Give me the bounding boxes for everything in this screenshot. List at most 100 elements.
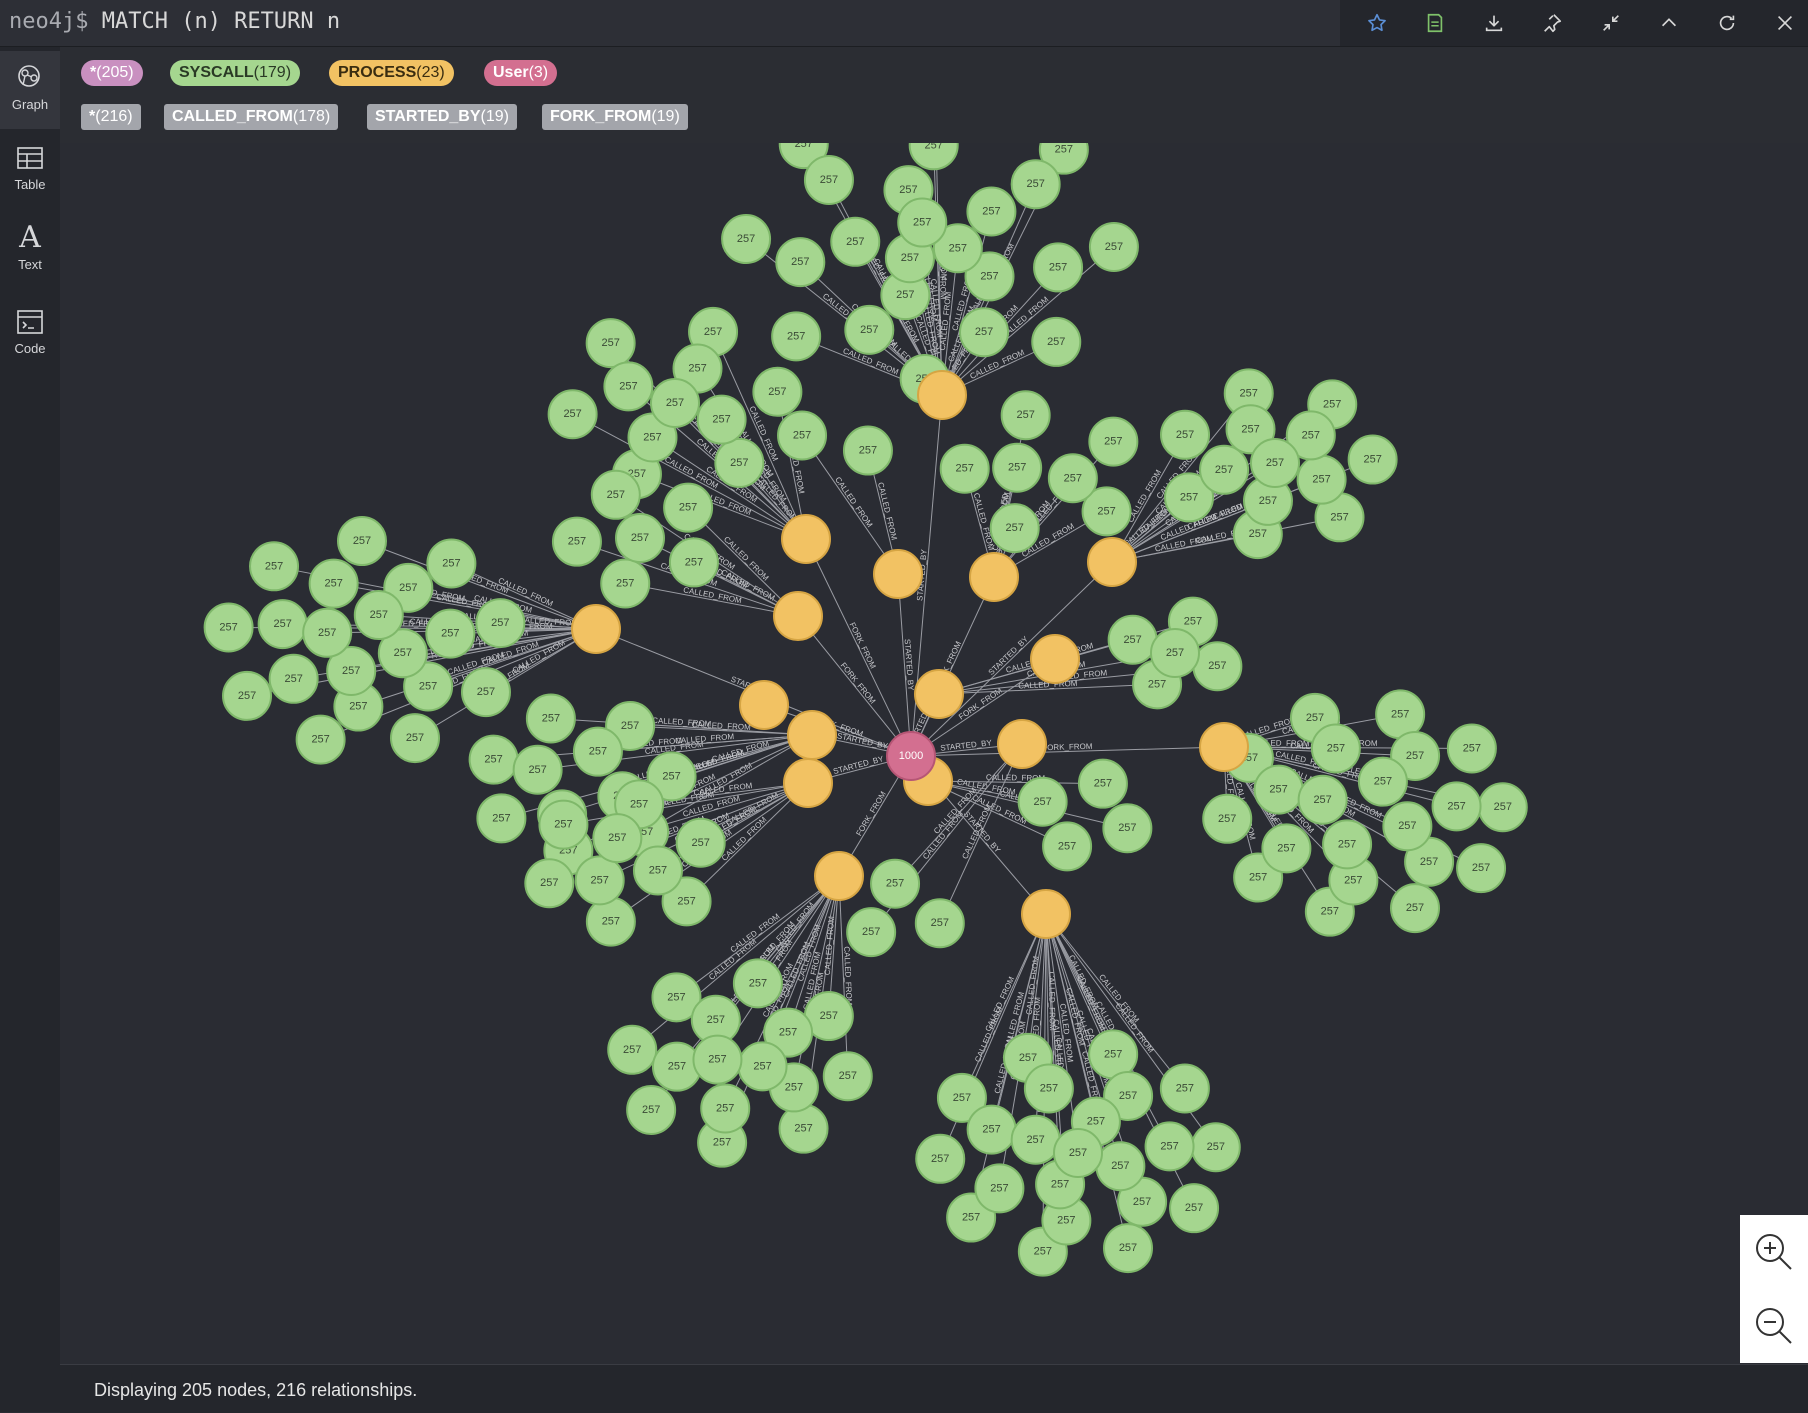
syscall-node[interactable]: 257 [337, 516, 388, 567]
favorite-button[interactable] [1360, 7, 1394, 39]
syscall-node[interactable]: 257 [966, 1104, 1017, 1155]
syscall-node[interactable]: 257 [1159, 1063, 1210, 1114]
syscall-node[interactable]: 257 [1107, 614, 1158, 665]
process-node[interactable] [814, 851, 864, 901]
syscall-node[interactable]: 257 [1144, 1121, 1195, 1172]
syscall-node[interactable]: 257 [668, 537, 719, 588]
syscall-node[interactable]: 257 [1088, 221, 1139, 272]
zoom-out-button[interactable] [1740, 1289, 1808, 1363]
syscall-node[interactable]: 257 [974, 1163, 1025, 1214]
process-node[interactable] [1021, 889, 1071, 939]
syscall-node[interactable]: 257 [870, 858, 921, 909]
syscall-node[interactable]: 257 [721, 214, 772, 265]
syscall-node[interactable]: 257 [1077, 758, 1128, 809]
syscall-node[interactable]: 257 [846, 907, 897, 958]
syscall-node[interactable]: 257 [844, 304, 895, 355]
syscall-node[interactable]: 257 [475, 598, 526, 649]
syscall-node[interactable]: 257 [1310, 723, 1361, 774]
syscall-node[interactable]: 257 [390, 713, 441, 764]
syscall-node[interactable]: 257 [547, 389, 598, 440]
syscall-node[interactable]: 257 [696, 394, 747, 445]
syscall-node[interactable]: 257 [268, 653, 319, 704]
syscall-node[interactable]: 257 [626, 1084, 677, 1135]
syscall-node[interactable]: 257 [615, 513, 665, 563]
syscall-node[interactable]: 257 [842, 425, 893, 476]
syscall-node[interactable]: 257 [585, 896, 636, 947]
process-node[interactable] [783, 758, 833, 808]
syscall-node[interactable]: 257 [1347, 434, 1398, 485]
syscall-node[interactable]: 257 [663, 482, 714, 533]
query-editor[interactable]: neo4j$ MATCH (n) RETURN n [0, 0, 1340, 46]
syscall-node[interactable]: 257 [1192, 641, 1243, 692]
syscall-node[interactable]: 257 [675, 817, 726, 868]
syscall-node[interactable]: 257 [1477, 782, 1528, 833]
syscall-node[interactable]: 257 [1042, 821, 1093, 872]
process-node[interactable] [739, 680, 789, 730]
process-node[interactable] [914, 669, 964, 719]
syscall-node[interactable]: 257 [1296, 454, 1347, 505]
syscall-node[interactable]: 257 [914, 898, 965, 949]
syscall-node[interactable]: 257 [551, 516, 602, 567]
syscall-node[interactable]: 257 [1017, 776, 1068, 827]
rel-pill-fork-from[interactable]: FORK_FROM(19) [542, 104, 688, 130]
label-pill-process[interactable]: PROCESS(23) [329, 60, 454, 86]
syscall-node[interactable]: 257 [1102, 803, 1153, 854]
syscall-node[interactable]: 257 [1297, 774, 1348, 825]
syscall-node[interactable]: 257 [700, 1083, 751, 1134]
process-node[interactable] [571, 604, 621, 654]
syscall-node[interactable]: 257 [1199, 444, 1250, 495]
syscall-node[interactable]: 257 [1023, 1063, 1074, 1114]
syscall-node[interactable]: 257 [353, 590, 404, 641]
process-node[interactable] [997, 719, 1047, 769]
syscall-node[interactable]: 257 [908, 143, 959, 171]
syscall-node[interactable]: 257 [1169, 1183, 1220, 1234]
syscall-node[interactable]: 257 [1160, 409, 1211, 460]
syscall-node[interactable]: 257 [1390, 883, 1441, 934]
process-node[interactable] [1087, 537, 1137, 587]
syscall-node[interactable]: 257 [476, 793, 527, 844]
process-node[interactable] [773, 591, 823, 641]
syscall-node[interactable]: 257 [1431, 781, 1482, 832]
rerun-button[interactable] [1710, 7, 1744, 39]
syscall-node[interactable]: 257 [1382, 801, 1433, 852]
pin-button[interactable] [1535, 7, 1569, 39]
syscall-node[interactable]: 257 [771, 311, 822, 362]
syscall-node[interactable]: 257 [830, 216, 881, 267]
process-node[interactable] [969, 552, 1019, 602]
graph-canvas[interactable]: STARTED_BYFORK_FROMSTARTED_BYFORK_FROMST… [60, 143, 1808, 1363]
process-node[interactable] [1199, 722, 1249, 772]
collapse-up-button[interactable] [1652, 7, 1686, 39]
syscall-node[interactable]: 257 [1088, 416, 1139, 467]
syscall-node[interactable]: 257 [257, 599, 308, 650]
syscall-node[interactable]: 257 [775, 237, 826, 288]
syscall-node[interactable]: 257 [1190, 1122, 1241, 1173]
syscall-node[interactable]: 257 [650, 378, 700, 428]
syscall-node[interactable]: 257 [425, 608, 476, 659]
collapse-button[interactable] [1594, 7, 1628, 39]
syscall-node[interactable]: 257 [692, 1034, 743, 1085]
syscall-node[interactable]: 257 [460, 667, 511, 718]
syscall-node[interactable]: 257 [959, 307, 1010, 358]
process-node[interactable] [781, 514, 831, 564]
syscall-node[interactable]: 257 [822, 1051, 873, 1102]
sidebar-item-graph[interactable]: Graph [0, 51, 60, 129]
syscall-node[interactable]: 257 [714, 437, 765, 488]
syscall-node[interactable]: 257 [592, 813, 643, 864]
syscall-node[interactable]: 257 [1250, 438, 1300, 488]
syscall-node[interactable]: 257 [1010, 159, 1061, 210]
process-node[interactable] [917, 370, 967, 420]
syscall-node[interactable]: 257 [1150, 628, 1200, 678]
sidebar-item-code[interactable]: Code [0, 295, 60, 373]
syscall-node[interactable]: 257 [607, 1024, 658, 1075]
syscall-node[interactable]: 257 [1446, 723, 1497, 774]
syscall-node[interactable]: 257 [777, 410, 828, 461]
syscall-node[interactable]: 257 [222, 670, 273, 721]
syscall-node[interactable]: 257 [989, 503, 1040, 554]
syscall-node[interactable]: 257 [1261, 823, 1312, 874]
syscall-node[interactable]: 257 [939, 443, 990, 494]
rel-pill-called-from[interactable]: CALLED_FROM(178) [164, 104, 339, 130]
sidebar-item-text[interactable]: A Text [0, 211, 60, 289]
syscall-node[interactable]: 257 [1322, 819, 1373, 870]
syscall-node[interactable]: 257 [574, 855, 625, 906]
zoom-in-button[interactable] [1740, 1215, 1808, 1289]
